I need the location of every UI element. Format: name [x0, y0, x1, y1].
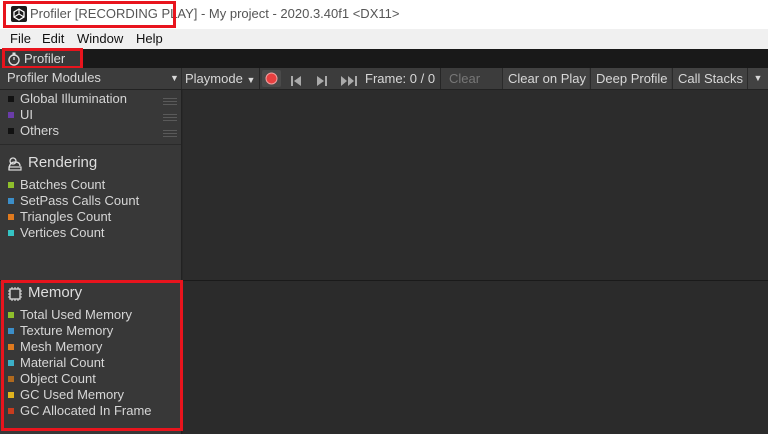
memory-section-title[interactable]: Memory — [28, 284, 82, 301]
window-titlebar: Profiler [RECORDING PLAY] - My project -… — [0, 0, 768, 29]
profiler-stopwatch-icon — [8, 52, 20, 66]
call-stacks-dropdown[interactable]: ▼ — [747, 68, 768, 89]
clear-button[interactable]: Clear — [449, 68, 480, 89]
legend-swatch — [8, 96, 14, 102]
tab-profiler-label: Profiler — [24, 51, 66, 66]
legend-swatch — [8, 376, 14, 382]
module-ui[interactable]: UI — [20, 107, 33, 122]
drag-handle-icon[interactable] — [163, 98, 177, 105]
step-back-icon — [291, 76, 301, 86]
legend-swatch — [8, 128, 14, 134]
module-triangles-count[interactable]: Triangles Count — [20, 209, 111, 224]
legend-swatch — [8, 344, 14, 350]
toolbar-separator — [259, 68, 260, 89]
module-gc-allocated-in-frame[interactable]: GC Allocated In Frame — [20, 403, 152, 418]
menu-edit[interactable]: Edit — [42, 31, 64, 46]
module-global-illumination[interactable]: Global Illumination — [20, 91, 127, 106]
section-divider — [0, 280, 181, 281]
legend-swatch — [8, 312, 14, 318]
record-icon — [265, 72, 278, 85]
unity-logo-icon — [11, 6, 27, 22]
profiler-modules-panel: Global Illumination UI Others Rendering … — [0, 90, 182, 434]
module-vertices-count[interactable]: Vertices Count — [20, 225, 105, 240]
chevron-down-icon: ▼ — [170, 73, 179, 83]
module-setpass-calls-count[interactable]: SetPass Calls Count — [20, 193, 139, 208]
legend-swatch — [8, 182, 14, 188]
menu-window[interactable]: Window — [77, 31, 123, 46]
memory-chip-icon — [8, 287, 22, 301]
toolbar-separator — [440, 68, 441, 89]
chevron-down-icon: ▼ — [246, 75, 256, 85]
module-object-count[interactable]: Object Count — [20, 371, 96, 386]
rendering-section-title[interactable]: Rendering — [28, 154, 97, 171]
menu-bar: File Edit Window Help — [0, 29, 768, 49]
legend-swatch — [8, 112, 14, 118]
cpu-graph-area[interactable] — [183, 90, 768, 280]
details-area[interactable] — [183, 281, 768, 434]
section-divider — [0, 144, 181, 145]
menu-help[interactable]: Help — [136, 31, 163, 46]
step-forward-icon — [317, 76, 327, 86]
module-material-count[interactable]: Material Count — [20, 355, 105, 370]
fast-forward-icon — [341, 76, 357, 86]
call-stacks-button[interactable]: Call Stacks — [672, 68, 747, 89]
profiler-modules-label: Profiler Modules — [7, 70, 101, 85]
legend-swatch — [8, 360, 14, 366]
playmode-label: Playmode — [185, 71, 243, 86]
legend-swatch — [8, 214, 14, 220]
chevron-down-icon: ▼ — [753, 73, 763, 83]
module-mesh-memory[interactable]: Mesh Memory — [20, 339, 102, 354]
module-total-used-memory[interactable]: Total Used Memory — [20, 307, 132, 322]
record-button[interactable] — [262, 70, 281, 87]
legend-swatch — [8, 408, 14, 414]
rendering-icon — [8, 157, 22, 171]
legend-swatch — [8, 198, 14, 204]
legend-swatch — [8, 328, 14, 334]
window-title-rest: - My project - 2020.3.40f1 <DX11> — [197, 6, 400, 21]
drag-handle-icon[interactable] — [163, 114, 177, 121]
drag-handle-icon[interactable] — [163, 130, 177, 137]
module-texture-memory[interactable]: Texture Memory — [20, 323, 113, 338]
tab-profiler[interactable]: Profiler — [0, 49, 80, 68]
tab-bar: Profiler — [0, 49, 768, 68]
profiler-modules-dropdown[interactable]: Profiler Modules ▼ — [0, 68, 182, 89]
playmode-dropdown[interactable]: Playmode ▼ — [185, 68, 255, 89]
window-title-highlight: Profiler [RECORDING PLAY] — [30, 6, 198, 21]
module-batches-count[interactable]: Batches Count — [20, 177, 105, 192]
legend-swatch — [8, 230, 14, 236]
clear-on-play-button[interactable]: Clear on Play — [502, 68, 589, 89]
menu-file[interactable]: File — [10, 31, 31, 46]
module-others[interactable]: Others — [20, 123, 59, 138]
frame-counter: Frame: 0 / 0 — [365, 71, 436, 86]
legend-swatch — [8, 392, 14, 398]
module-gc-used-memory[interactable]: GC Used Memory — [20, 387, 124, 402]
window-title: Profiler [RECORDING PLAY] - My project -… — [30, 6, 399, 21]
deep-profile-button[interactable]: Deep Profile — [590, 68, 671, 89]
